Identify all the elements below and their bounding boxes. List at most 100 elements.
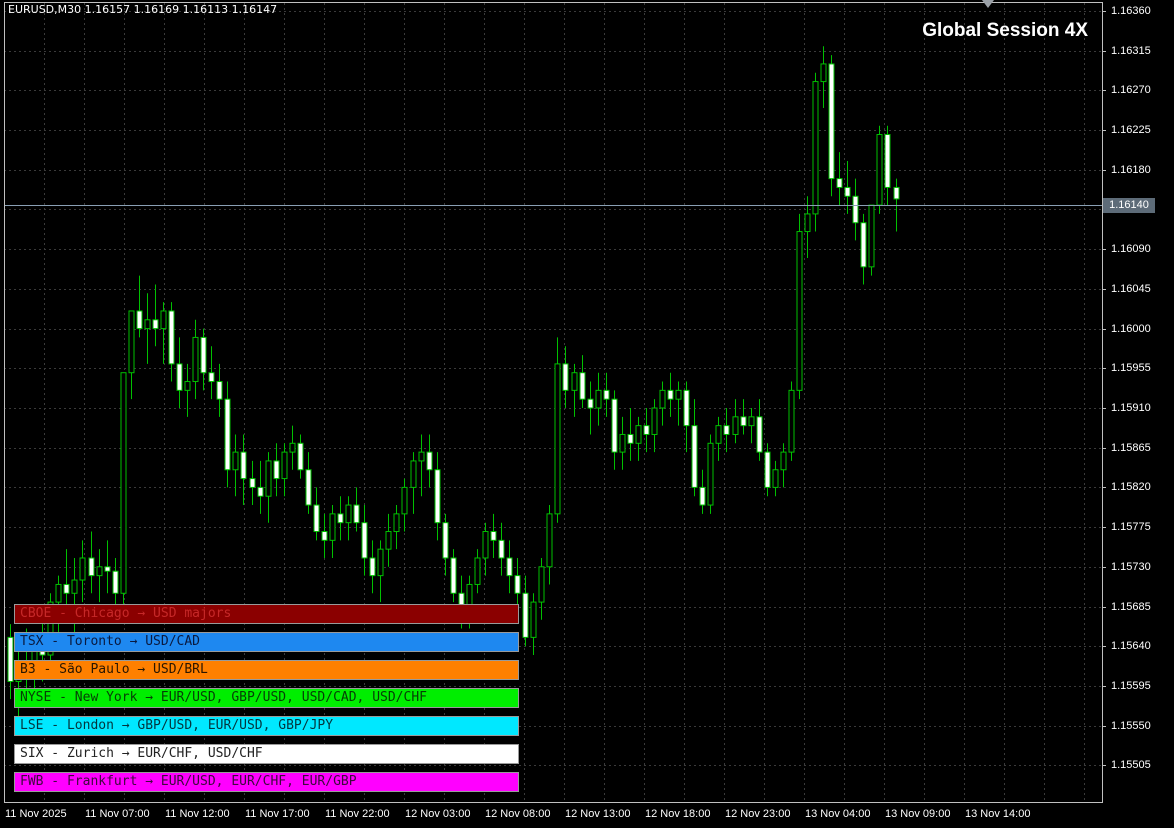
price-tick-mark: [1102, 686, 1106, 687]
candle-bear: [627, 433, 634, 444]
candle-bear: [168, 310, 175, 365]
candle-bear: [836, 178, 843, 188]
candle-bear: [579, 372, 586, 400]
price-tick-label: 1.15820: [1111, 481, 1151, 493]
price-tick-mark: [1102, 249, 1106, 250]
price-tick-label: 1.15775: [1111, 521, 1151, 533]
candle-bear: [490, 531, 497, 541]
session-row: NYSE - New York → EUR/USD, GBP/USD, USD/…: [14, 688, 519, 708]
candle-bull: [71, 579, 78, 594]
price-tick-label: 1.15955: [1111, 362, 1151, 374]
candle-bull: [265, 460, 272, 497]
candle-bear: [884, 134, 891, 188]
candle-bear: [506, 557, 513, 577]
candle-bull: [96, 566, 103, 577]
candle-bull: [635, 425, 642, 444]
price-tick-label: 1.16360: [1111, 5, 1151, 17]
current-price-label: 1.16140: [1103, 198, 1155, 213]
price-tick-mark: [1102, 90, 1106, 91]
shift-marker-icon[interactable]: [982, 0, 994, 8]
candle-bear: [691, 425, 698, 488]
price-tick-label: 1.15910: [1111, 402, 1151, 414]
candle-bull: [715, 425, 722, 444]
candle-bear: [273, 460, 280, 480]
candle-bear: [893, 186, 900, 200]
candle-bear: [723, 425, 730, 435]
candle-bull: [401, 486, 408, 515]
candle-bear: [313, 504, 320, 533]
candle-bull: [876, 134, 883, 206]
candle-bull: [192, 336, 199, 383]
candle-bull: [659, 389, 666, 409]
time-tick-label: 13 Nov 09:00: [885, 808, 951, 820]
candle-bull: [345, 504, 352, 524]
candle-bull: [675, 389, 682, 400]
price-tick-mark: [1102, 51, 1106, 52]
candle-bull: [128, 310, 135, 374]
price-tick-label: 1.16225: [1111, 124, 1151, 136]
candle-bull: [732, 416, 739, 435]
time-tick-label: 11 Nov 2025: [5, 808, 67, 820]
candle-bear: [699, 486, 706, 506]
candle-bear: [224, 398, 231, 471]
candle-bear: [434, 469, 441, 524]
candle-bear: [740, 416, 747, 427]
candle-bull: [538, 566, 545, 603]
chart-grid: [4, 3, 1102, 802]
price-tick-mark: [1102, 329, 1106, 330]
price-tick-label: 1.16045: [1111, 283, 1151, 295]
candle-bear: [643, 425, 650, 435]
candle-bull: [377, 548, 384, 577]
time-tick-label: 12 Nov 18:00: [645, 808, 711, 820]
candle-bear: [152, 319, 159, 330]
time-tick-label: 11 Nov 22:00: [325, 808, 390, 820]
candle-bear: [88, 557, 95, 577]
candle-bull: [619, 433, 626, 453]
price-tick-mark: [1102, 170, 1106, 171]
candle-bull: [788, 389, 795, 453]
session-row: CBOE - Chicago → USD majors: [14, 604, 519, 624]
candle-bull: [79, 557, 86, 581]
candle-bull: [289, 442, 296, 453]
candle-bear: [587, 398, 594, 409]
candle-bear: [361, 522, 368, 559]
candle-bull: [482, 531, 489, 559]
time-tick-label: 12 Nov 03:00: [405, 808, 471, 820]
candle-bull: [385, 531, 392, 550]
candle-bear: [522, 592, 529, 638]
candle-bull: [329, 513, 336, 541]
candle-bull: [812, 81, 819, 215]
candle-bull: [418, 451, 425, 462]
price-tick-mark: [1102, 130, 1106, 131]
price-tick-label: 1.15505: [1111, 759, 1151, 771]
candle-bear: [305, 469, 312, 506]
price-tick-label: 1.16090: [1111, 243, 1151, 255]
candle-bear: [104, 566, 111, 572]
candle-bear: [63, 583, 70, 594]
price-tick-label: 1.15640: [1111, 640, 1151, 652]
candle-bear: [683, 389, 690, 427]
session-row: FWB - Frankfurt → EUR/USD, EUR/CHF, EUR/…: [14, 772, 519, 792]
price-tick-mark: [1102, 487, 1106, 488]
price-tick-label: 1.16000: [1111, 323, 1151, 335]
candle-bear: [450, 557, 457, 594]
candle-bull: [160, 310, 167, 330]
price-tick-label: 1.15685: [1111, 601, 1151, 613]
price-tick-mark: [1102, 567, 1106, 568]
price-tick-mark: [1102, 408, 1106, 409]
candle-bear: [321, 531, 328, 541]
candle-bull: [232, 451, 239, 471]
chart-frame: [4, 2, 1103, 803]
price-tick-mark: [1102, 448, 1106, 449]
time-tick-label: 11 Nov 12:00: [165, 808, 230, 820]
candle-bear: [7, 636, 14, 682]
candle-bull: [651, 407, 658, 435]
candle-bear: [667, 389, 674, 400]
candle-bull: [554, 363, 561, 515]
time-tick-label: 12 Nov 13:00: [565, 808, 631, 820]
price-tick-mark: [1102, 765, 1106, 766]
candle-bull: [530, 601, 537, 638]
candle-bear: [756, 416, 763, 453]
candle-bear: [603, 389, 610, 400]
candle-bear: [112, 570, 119, 594]
